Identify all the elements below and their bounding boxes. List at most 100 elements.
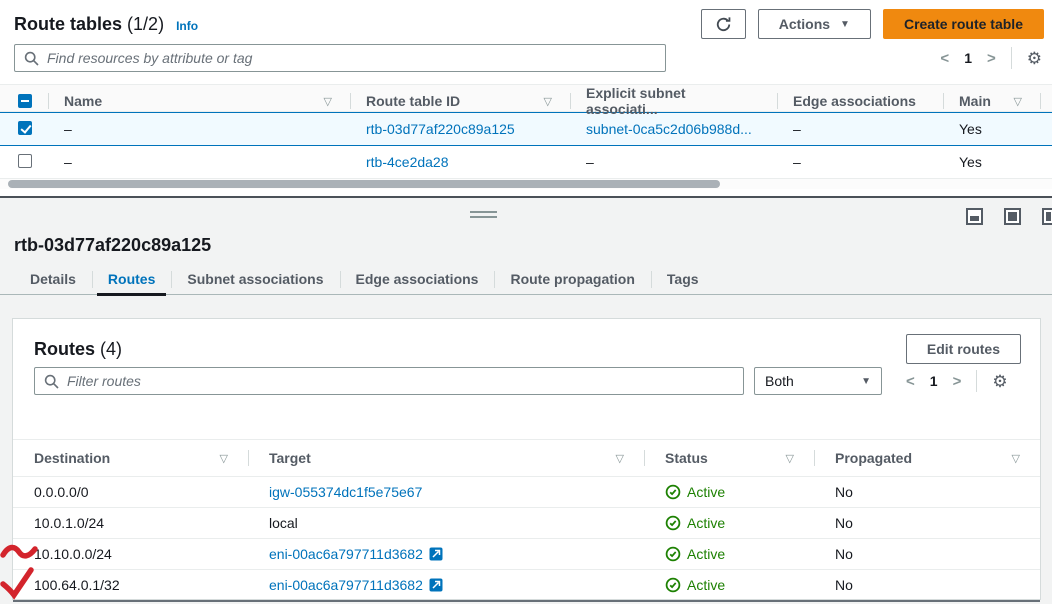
current-page[interactable]: 1 [964, 50, 972, 66]
top-pagination: < 1 > ⚙ [940, 47, 1042, 69]
search-input[interactable] [47, 50, 656, 66]
search-box [14, 44, 666, 72]
external-link-icon[interactable] [429, 547, 443, 561]
cell-propagated: No [814, 546, 1040, 562]
table-row[interactable]: – rtb-03d77af220c89a125 subnet-0ca5c2d06… [0, 112, 1052, 146]
tab-route-propagation[interactable]: Route propagation [494, 264, 650, 294]
routes-card: Routes (4) Edit routes Both ▼ [12, 318, 1041, 600]
column-header-propagated[interactable]: Propagated ▽ [814, 440, 1040, 476]
cell-status: Active [644, 515, 814, 531]
split-horizontal-layout-icon[interactable] [966, 208, 983, 225]
row-checkbox[interactable] [18, 121, 32, 135]
cell-main: Yes [943, 121, 1040, 137]
route-tables-toolbar: < 1 > ⚙ [14, 44, 1042, 72]
column-header-name[interactable]: Name ▽ [48, 85, 350, 117]
column-header-target[interactable]: Target ▽ [248, 440, 644, 476]
cell-destination: 0.0.0.0/0 [13, 484, 248, 500]
detail-title: rtb-03d77af220c89a125 [14, 235, 211, 256]
search-icon [44, 374, 59, 389]
routes-pagination: < 1 > ⚙ [906, 370, 1008, 392]
external-link-icon[interactable] [429, 578, 443, 592]
sort-icon: ▽ [616, 452, 624, 465]
tab-routes[interactable]: Routes [92, 264, 171, 294]
current-page[interactable]: 1 [930, 373, 938, 389]
refresh-icon [715, 16, 732, 33]
info-link[interactable]: Info [176, 16, 198, 33]
detail-panel: rtb-03d77af220c89a125 Details Routes Sub… [0, 198, 1052, 604]
status-active-icon [665, 484, 681, 500]
target-link[interactable]: igw-055374dc1f5e75e67 [269, 484, 422, 500]
cell-destination: 10.0.1.0/24 [13, 515, 248, 531]
cell-destination: 10.10.0.0/24 [13, 546, 248, 562]
divider [976, 370, 977, 392]
prev-page-button[interactable]: < [940, 51, 949, 66]
route-type-select[interactable]: Both ▼ [754, 367, 882, 395]
sort-icon: ▽ [1014, 95, 1022, 108]
cell-name: – [48, 154, 350, 170]
column-header-edge-associations[interactable]: Edge associations [777, 85, 943, 117]
cell-status: Active [644, 546, 814, 562]
next-page-button[interactable]: > [953, 374, 962, 389]
select-all-checkbox[interactable] [18, 94, 32, 108]
subnet-association-link[interactable]: subnet-0ca5c2d06b988d... [586, 121, 752, 137]
column-header-destination[interactable]: Destination ▽ [13, 440, 248, 476]
split-vertical-layout-icon[interactable] [1042, 208, 1052, 225]
routes-table: Destination ▽ Target ▽ Status ▽ Propagat… [13, 439, 1040, 602]
route-row: 10.0.1.0/24 local Active No [13, 507, 1040, 538]
table-header-row: Name ▽ Route table ID ▽ Explicit subnet … [0, 84, 1052, 112]
route-table-id-link[interactable]: rtb-4ce2da28 [366, 154, 449, 170]
sort-icon: ▽ [1012, 452, 1020, 465]
cell-name: – [48, 121, 350, 137]
cell-subnet: – [570, 154, 777, 170]
tab-subnet-associations[interactable]: Subnet associations [171, 264, 339, 294]
column-header-cutoff [1040, 85, 1052, 117]
scrollbar-thumb[interactable] [8, 180, 720, 188]
settings-gear-icon[interactable]: ⚙ [1027, 50, 1042, 67]
horizontal-scrollbar [0, 179, 1052, 189]
route-tables-header: Route tables (1/2) Info Actions ▼ Create… [14, 8, 1044, 40]
cell-propagated: No [814, 484, 1040, 500]
vpc-route-tables-screen: Route tables (1/2) Info Actions ▼ Create… [0, 0, 1052, 604]
edit-routes-button[interactable]: Edit routes [906, 334, 1021, 364]
search-icon [24, 51, 39, 66]
routes-filter-row: Both ▼ < 1 > ⚙ [13, 367, 1040, 395]
sort-icon: ▽ [220, 452, 228, 465]
tab-details[interactable]: Details [14, 264, 92, 294]
table-row[interactable]: – rtb-4ce2da28 – – Yes [0, 146, 1052, 179]
next-page-button[interactable]: > [987, 51, 996, 66]
refresh-button[interactable] [701, 9, 746, 39]
routes-filter-input[interactable] [67, 373, 734, 389]
route-table-id-link[interactable]: rtb-03d77af220c89a125 [366, 121, 515, 137]
routes-filter-box [34, 367, 744, 395]
prev-page-button[interactable]: < [906, 374, 915, 389]
target-link[interactable]: eni-00ac6a797711d3682 [269, 546, 423, 562]
cell-target: local [248, 515, 644, 531]
tab-tags[interactable]: Tags [651, 264, 715, 294]
settings-gear-icon[interactable]: ⚙ [992, 373, 1007, 390]
caret-down-icon: ▼ [840, 19, 850, 30]
row-checkbox[interactable] [18, 154, 32, 168]
cell-status: Active [644, 577, 814, 593]
select-all-cell [0, 85, 48, 117]
page-title: Route tables (1/2) [14, 14, 164, 35]
create-route-table-button[interactable]: Create route table [883, 9, 1044, 39]
cell-edge: – [777, 154, 943, 170]
cell-status: Active [644, 484, 814, 500]
target-link[interactable]: eni-00ac6a797711d3682 [269, 577, 423, 593]
sort-icon: ▽ [544, 95, 552, 108]
route-row: 0.0.0.0/0 igw-055374dc1f5e75e67 Active N… [13, 476, 1040, 507]
tab-edge-associations[interactable]: Edge associations [340, 264, 495, 294]
actions-button[interactable]: Actions ▼ [758, 9, 871, 39]
routes-card-title: Routes (4) [34, 339, 122, 360]
cell-edge: – [777, 121, 943, 137]
cell-propagated: No [814, 577, 1040, 593]
fullscreen-layout-icon[interactable] [1004, 208, 1021, 225]
cell-destination: 100.64.0.1/32 [13, 577, 248, 593]
column-header-main[interactable]: Main ▽ [943, 85, 1040, 117]
sort-icon: ▽ [786, 452, 794, 465]
column-header-status[interactable]: Status ▽ [644, 440, 814, 476]
column-header-explicit-subnet[interactable]: Explicit subnet associati... [570, 85, 777, 117]
column-header-route-table-id[interactable]: Route table ID ▽ [350, 85, 570, 117]
panel-resize-handle[interactable] [470, 211, 497, 221]
detail-tabs: Details Routes Subnet associations Edge … [0, 264, 1052, 295]
